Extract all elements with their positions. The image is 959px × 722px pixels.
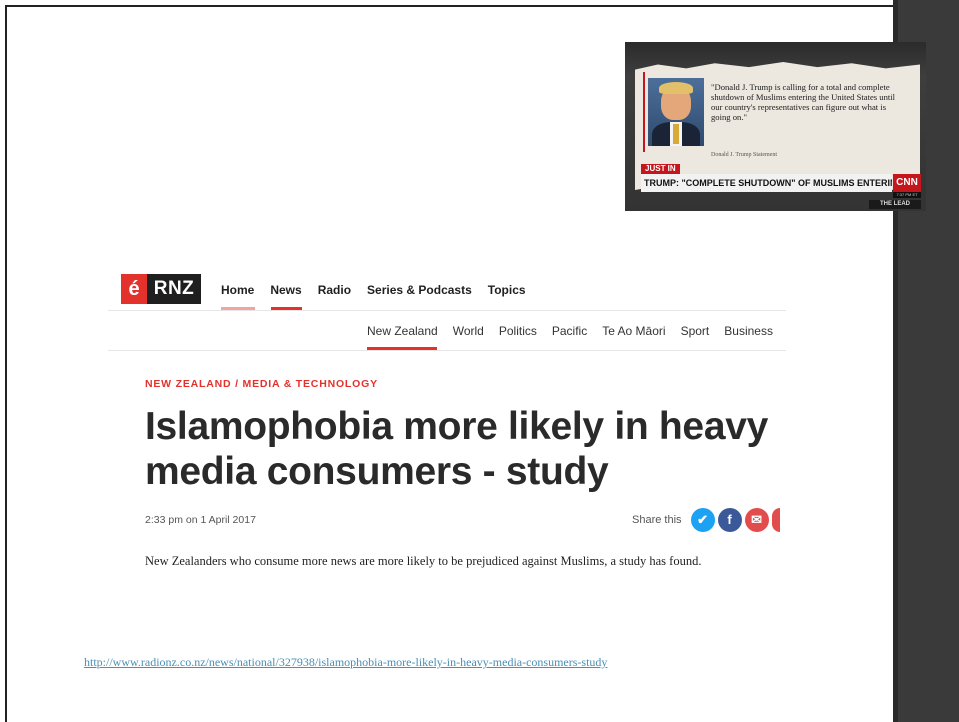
trump-photo [648,78,704,146]
main-nav: Home News Radio Series & Podcasts Topics [221,282,542,300]
share-label: Share this [632,514,682,526]
show-name: THE LEAD [869,200,921,209]
quote-accent-line [643,72,645,152]
rnz-logo[interactable]: é RNZ [121,274,201,304]
nav-series-podcasts[interactable]: Series & Podcasts [367,282,472,300]
subnav-pacific[interactable]: Pacific [552,324,587,338]
subnav-divider [108,350,786,351]
subnav-world[interactable]: World [453,324,484,338]
article-lede: New Zealanders who consume more news are… [145,554,702,568]
facebook-share-icon[interactable]: f [717,508,742,532]
more-share-icon[interactable] [771,508,780,532]
just-in-badge: JUST IN [641,164,680,174]
quote-text: "Donald J. Trump is calling for a total … [711,82,896,122]
nav-news[interactable]: News [270,282,301,300]
subnav-new-zealand[interactable]: New Zealand [367,324,438,338]
subnav-sport[interactable]: Sport [681,324,710,338]
twitter-share-icon[interactable]: ✔ [690,508,715,532]
nav-radio[interactable]: Radio [318,282,351,300]
rnz-logo-icon: é [121,274,147,304]
article-headline: Islamophobia more likely in heavy media … [145,405,768,493]
slide: "Donald J. Trump is calling for a total … [0,0,959,722]
news-crawl: TRUMP: "COMPLETE SHUTDOWN" OF MUSLIMS EN… [641,174,892,192]
nav-home[interactable]: Home [221,282,254,300]
nav-topics[interactable]: Topics [488,282,526,300]
article-timestamp: 2:33 pm on 1 April 2017 [145,514,256,526]
nav-divider [108,310,786,311]
article-category[interactable]: NEW ZEALAND / MEDIA & TECHNOLOGY [145,378,378,390]
section-nav: New Zealand World Politics Pacific Te Ao… [367,324,788,338]
subnav-business[interactable]: Business [724,324,773,338]
broadcast-time: 7:37 PM ET [893,192,921,198]
cnn-screenshot: "Donald J. Trump is calling for a total … [625,42,926,211]
quote-attribution: Donald J. Trump Statement [711,152,778,158]
subnav-te-ao-maori[interactable]: Te Ao Māori [602,324,665,338]
cnn-logo: CNN [893,174,921,192]
source-link[interactable]: http://www.radionz.co.nz/news/national/3… [84,655,607,670]
email-share-icon[interactable]: ✉ [744,508,769,532]
rnz-logo-text: RNZ [147,274,201,304]
subnav-politics[interactable]: Politics [499,324,537,338]
share-bar: Share this ✔ f ✉ [632,507,780,533]
